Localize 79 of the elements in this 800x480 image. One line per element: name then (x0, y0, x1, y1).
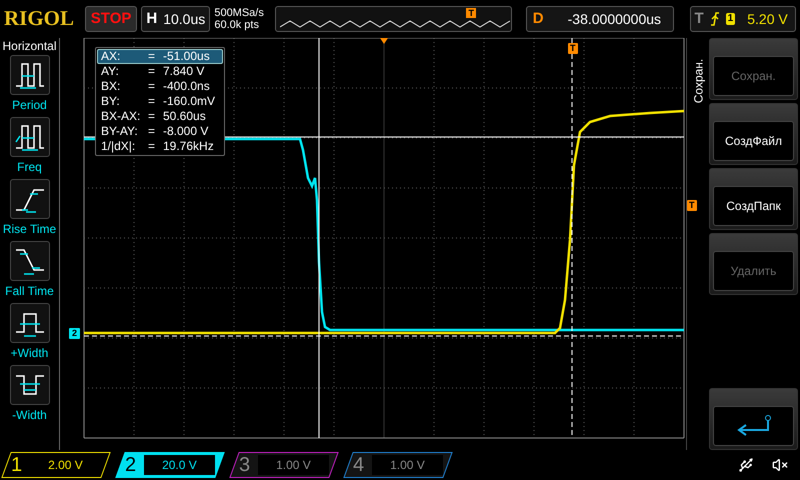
channel-tab[interactable]: 3 1.00 V (229, 452, 339, 478)
readout-label: BX: (101, 79, 122, 94)
readout-equals: = (148, 49, 156, 64)
trigger-position-icon (380, 38, 388, 44)
timebase-panel[interactable]: H 10.0us (141, 6, 210, 32)
trigger-panel[interactable]: T 1 5.20 V (690, 6, 796, 32)
channel-number: 4 (353, 454, 364, 476)
readout-value: -8.000 V (163, 124, 208, 139)
trigger-level-marker: T (687, 200, 696, 211)
measure-button[interactable] (10, 117, 50, 157)
overview-trigger-marker: T (466, 8, 476, 18)
channel-number: 1 (11, 454, 22, 476)
delay-panel[interactable]: D -38.0000000us (526, 6, 674, 32)
readout-equals: = (148, 79, 156, 94)
readout-equals: = (148, 109, 156, 124)
channel-tab[interactable]: 2 20.0 V (115, 452, 225, 478)
measure-button[interactable] (10, 365, 50, 405)
channel-number: 3 (239, 454, 250, 476)
rising-edge-icon (710, 12, 720, 26)
readout-equals: = (148, 124, 156, 139)
readout-row[interactable]: BX-AX: = 50.60us (97, 109, 223, 124)
readout-row[interactable]: BY-AY: = -8.000 V (97, 124, 223, 139)
readout-value: -51.00us (163, 49, 210, 64)
readout-equals: = (148, 94, 156, 109)
readout-row[interactable]: BY: = -160.0mV (97, 94, 223, 109)
run-state[interactable]: STOP (84, 6, 138, 32)
back-button[interactable] (709, 388, 798, 450)
usb-icon (738, 457, 754, 473)
menu-title: Сохран. (690, 58, 706, 104)
sidebar-title: Horizontal (2, 39, 57, 53)
delay-label: D (532, 8, 545, 29)
memory-depth: 60.0k pts (214, 19, 260, 31)
readout-value: -160.0mV (163, 94, 216, 109)
channel-2-marker: 2 (69, 328, 80, 339)
channel-tab[interactable]: 1 2.00 V (1, 452, 111, 478)
trigger-label: T (694, 8, 704, 29)
measure-button[interactable] (10, 241, 50, 281)
speaker-muted-icon (772, 457, 788, 473)
channel-number: 2 (125, 454, 136, 476)
trigger-time-marker: T (568, 43, 578, 54)
readout-row[interactable]: 1/|dX|: = 19.76kHz (97, 139, 223, 154)
overview-wave-icon (280, 19, 510, 29)
channel-scale: 1.00 V (258, 455, 329, 475)
measure-label: +Width (10, 345, 48, 362)
channel-scale: 1.00 V (372, 455, 443, 475)
readout-label: BX-AX: (101, 109, 142, 124)
readout-row[interactable]: BX: = -400.0ns (97, 79, 223, 94)
readout-value: 19.76kHz (163, 139, 214, 154)
readout-equals: = (148, 64, 156, 79)
readout-label: 1/|dX|: (101, 139, 136, 154)
measure-label: Fall Time (5, 283, 54, 300)
delay-value: -38.0000000us (566, 10, 662, 28)
readout-value: -400.0ns (163, 79, 210, 94)
measure-button[interactable] (10, 179, 50, 219)
trigger-level: 5.20 V (747, 10, 788, 28)
readout-equals: = (148, 139, 156, 154)
timebase-value: 10.0us (162, 10, 206, 28)
readout-value: 50.60us (163, 109, 206, 124)
readout-value: 7.840 V (163, 64, 204, 79)
menu-button[interactable]: СоздФайл (709, 103, 798, 165)
measure-button[interactable] (10, 303, 50, 343)
sample-rate: 500MSa/s (214, 7, 265, 19)
measure-label: Rise Time (2, 221, 56, 238)
readout-label: AY: (101, 64, 120, 79)
timebase-label: H (145, 8, 158, 29)
brand-logo: RIGOL (4, 5, 76, 32)
measure-label: -Width (12, 407, 47, 424)
readout-row[interactable]: AX: = -51.00us (97, 49, 223, 64)
readout-label: AX: (101, 49, 122, 64)
menu-button[interactable]: СоздПапк (709, 168, 798, 230)
measure-button[interactable] (10, 55, 50, 95)
channel-tab[interactable]: 4 1.00 V (343, 452, 453, 478)
measure-label: Period (12, 97, 47, 114)
readout-row[interactable]: AY: = 7.840 V (97, 64, 223, 79)
measure-label: Freq (17, 159, 42, 176)
readout-label: BY: (101, 94, 121, 109)
readout-label: BY-AY: (101, 124, 139, 139)
trigger-source: 1 (726, 13, 736, 25)
channel-scale: 20.0 V (144, 455, 215, 475)
